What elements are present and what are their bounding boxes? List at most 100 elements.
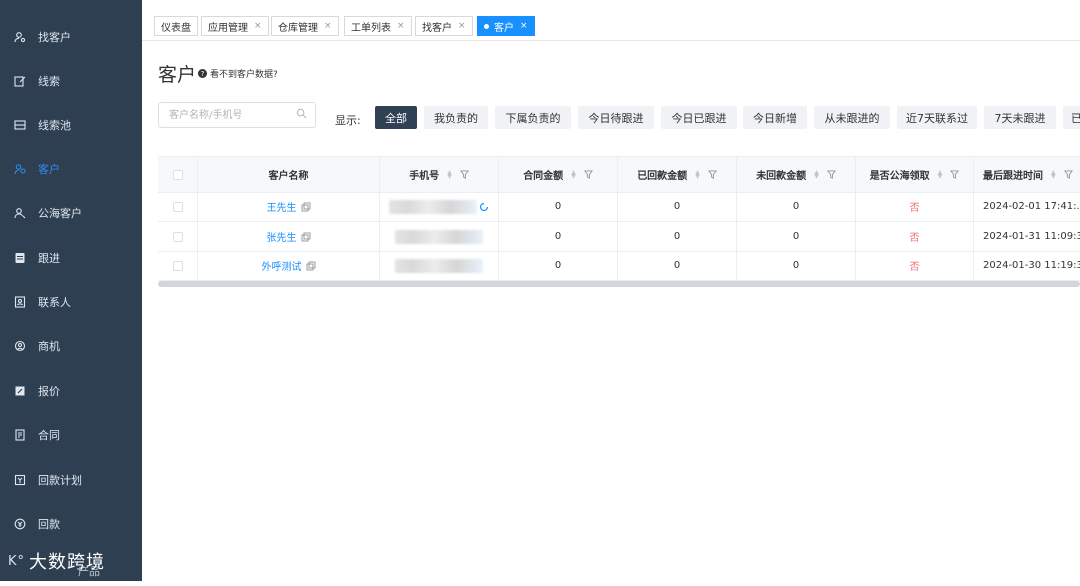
column-header-contract-amount[interactable]: 合同金额 ▲ ▼	[499, 157, 618, 192]
filter-chip-all[interactable]: 全部	[375, 106, 417, 129]
sort-icon[interactable]: ▲ ▼	[938, 169, 943, 179]
sidebar-item-contract[interactable]: 合同	[0, 420, 142, 450]
tab-warehouse-management[interactable]: 仓库管理 ×	[271, 16, 339, 36]
sidebar-item-quote[interactable]: 报价	[0, 376, 142, 406]
filter-chip-never-followed[interactable]: 从未跟进的	[814, 106, 890, 129]
opportunity-icon	[14, 340, 26, 352]
sidebar-item-label: 客户	[38, 163, 60, 176]
column-header-unreceived-amount[interactable]: 未回款金额 ▲ ▼	[737, 157, 856, 192]
filter-chip-subordinate[interactable]: 下属负责的	[495, 106, 571, 129]
sidebar-item-payment[interactable]: 回款	[0, 509, 142, 539]
watermark-logo-icon: K°	[8, 553, 26, 569]
unreceived-amount-cell: 0	[737, 192, 856, 221]
table-row[interactable]: 张先生 0 0 0 否 2024-01-31 11:09:37	[158, 222, 1080, 252]
customer-name-cell: 外呼测试	[198, 251, 380, 280]
table-header: 客户名称 手机号 ▲ ▼ 合同金额 ▲ ▼ 已回款金额 ▲ ▼ 未回款金额 ▲ ▼ 是否公海领取…	[158, 157, 1080, 193]
filter-chip-today-new[interactable]: 今日新增	[743, 106, 807, 129]
sort-icon[interactable]: ▲ ▼	[571, 169, 576, 179]
tab-label: 仪表盘	[161, 22, 191, 34]
page-title: 客户	[158, 64, 197, 86]
tab-find-customer[interactable]: 找客户 ×	[415, 16, 473, 36]
user-search-icon	[14, 31, 26, 43]
column-header-received-amount[interactable]: 已回款金额 ▲ ▼	[618, 157, 737, 192]
sidebar-item-public-customer[interactable]: 公海客户	[0, 198, 142, 228]
received-amount-cell: 0	[618, 192, 737, 221]
phone-cell	[380, 251, 499, 280]
sidebar-item-follow-up[interactable]: 跟进	[0, 243, 142, 273]
select-all-checkbox[interactable]	[172, 169, 183, 180]
close-icon[interactable]: ×	[397, 21, 405, 31]
watermark-text: 大数跨境	[29, 552, 106, 573]
question-icon: ?	[198, 69, 207, 78]
tab-app-management[interactable]: 应用管理 ×	[201, 16, 269, 36]
column-header-phone[interactable]: 手机号 ▲ ▼	[380, 157, 499, 192]
row-checkbox[interactable]	[172, 231, 183, 242]
search-box	[158, 102, 316, 128]
inbox-icon	[14, 119, 26, 131]
row-checkbox[interactable]	[172, 201, 183, 212]
close-icon[interactable]: ×	[458, 21, 466, 31]
contact-card-icon	[14, 296, 26, 308]
tab-dashboard[interactable]: 仪表盘	[154, 16, 198, 36]
sidebar-item-find-customer[interactable]: 找客户	[0, 22, 142, 52]
copy-icon[interactable]	[306, 261, 316, 271]
help-link[interactable]: ? 看不到客户数据?	[198, 67, 278, 80]
filter-chip-mine[interactable]: 我负责的	[424, 106, 488, 129]
masked-phone	[389, 199, 477, 214]
copy-icon[interactable]	[301, 202, 311, 212]
search-icon[interactable]	[296, 108, 307, 122]
column-label: 合同金额	[523, 171, 564, 182]
filter-icon[interactable]	[583, 170, 593, 179]
sidebar-item-contacts[interactable]: 联系人	[0, 287, 142, 317]
filter-chip-more[interactable]: 已	[1063, 106, 1080, 129]
filter-icon[interactable]	[459, 170, 469, 179]
customer-name-link[interactable]: 外呼测试	[262, 258, 302, 273]
help-text: 看不到客户数据?	[210, 70, 278, 80]
tab-label: 仓库管理	[278, 22, 318, 34]
contract-amount-cell: 0	[499, 192, 618, 221]
sort-icon[interactable]: ▲ ▼	[814, 169, 819, 179]
sidebar-item-lead-pool[interactable]: 线索池	[0, 110, 142, 140]
horizontal-scrollbar[interactable]	[158, 281, 1080, 287]
row-select-cell	[158, 251, 198, 280]
column-label: 最后跟进时间	[983, 171, 1043, 182]
filter-chip-unfollowed-7days[interactable]: 7天未跟进	[984, 106, 1056, 129]
sidebar-item-label: 合同	[38, 429, 60, 442]
column-header-from-pool[interactable]: 是否公海领取 ▲ ▼	[856, 157, 974, 192]
sidebar-item-opportunity[interactable]: 商机	[0, 331, 142, 361]
customer-name-link[interactable]: 王先生	[267, 199, 297, 214]
close-icon[interactable]: ×	[324, 21, 332, 31]
close-icon[interactable]: ×	[520, 21, 528, 31]
call-icon[interactable]	[479, 202, 489, 212]
column-header-last-follow[interactable]: 最后跟进时间 ▲ ▼	[974, 157, 1080, 192]
row-checkbox[interactable]	[172, 260, 183, 271]
sidebar-item-leads[interactable]: 线索	[0, 66, 142, 96]
sort-icon[interactable]: ▲ ▼	[447, 169, 452, 179]
sort-icon[interactable]: ▲ ▼	[695, 169, 700, 179]
close-icon[interactable]: ×	[254, 21, 262, 31]
tab-ticket-list[interactable]: 工单列表 ×	[344, 16, 412, 36]
received-amount-cell: 0	[618, 251, 737, 280]
filter-icon[interactable]	[1063, 170, 1073, 179]
filter-icon[interactable]	[826, 170, 836, 179]
sort-icon[interactable]: ▲ ▼	[1051, 169, 1056, 179]
customer-name-cell: 王先生	[198, 192, 380, 221]
filter-icon[interactable]	[707, 170, 717, 179]
filter-chip-today-pending[interactable]: 今日待跟进	[578, 106, 654, 129]
customer-name-link[interactable]: 张先生	[267, 229, 297, 244]
sidebar-item-customer[interactable]: 客户	[0, 154, 142, 184]
header-select-cell	[158, 157, 198, 192]
last-follow-cell: 2024-01-31 11:09:37	[983, 231, 1080, 242]
sidebar-item-label: 跟进	[38, 252, 60, 265]
sidebar-item-label: 线索	[38, 75, 60, 88]
filter-chip-today-followed[interactable]: 今日已跟进	[661, 106, 737, 129]
table-row[interactable]: 王先生 0 0 0 否 2024-02-01 17:41:...	[158, 192, 1080, 222]
tab-customer[interactable]: 客户 ×	[477, 16, 535, 36]
table-row[interactable]: 外呼测试 0 0 0 否 2024-01-30 11:19:30	[158, 251, 1080, 281]
copy-icon[interactable]	[301, 232, 311, 242]
search-input[interactable]	[167, 108, 296, 122]
sidebar-item-payment-plan[interactable]: 回款计划	[0, 465, 142, 495]
filter-chip-contacted-7days[interactable]: 近7天联系过	[897, 106, 977, 129]
filter-icon[interactable]	[950, 170, 960, 179]
from-pool-cell: 否	[856, 222, 974, 251]
